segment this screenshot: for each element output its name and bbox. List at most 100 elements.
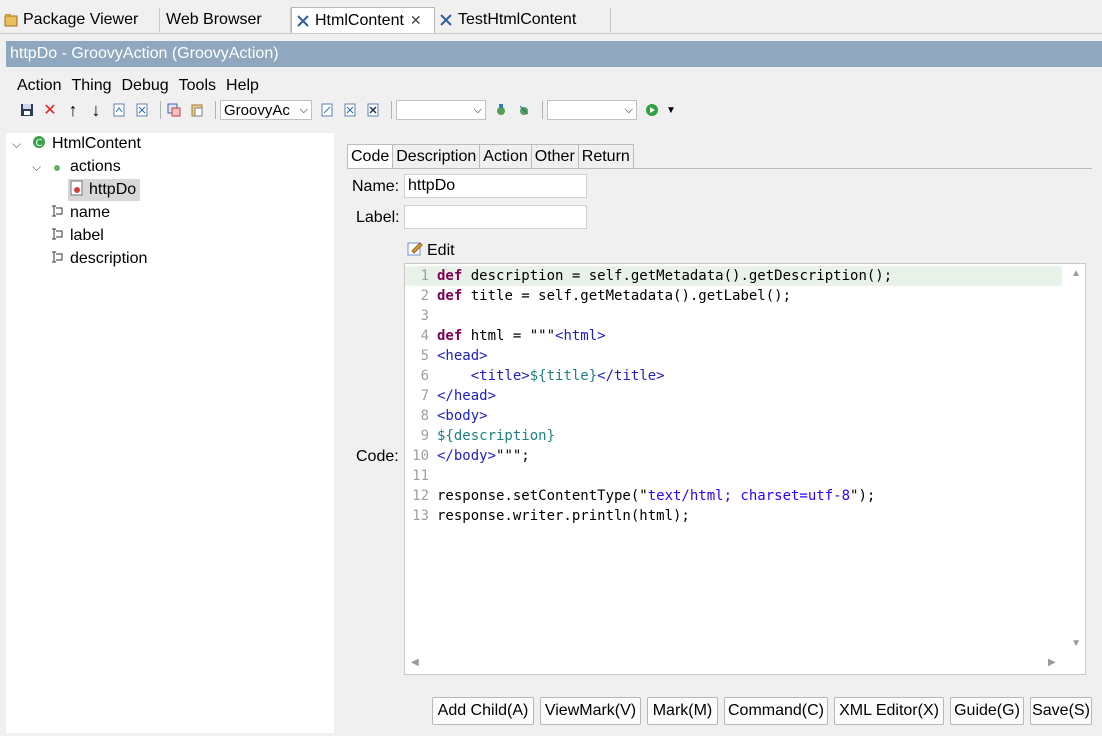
tree-node-httpdo[interactable]: httpDo [68, 179, 141, 201]
code-line: 10 </body>"""; [405, 446, 1062, 466]
tab-description[interactable]: Description [392, 144, 481, 169]
line-number: 10 [412, 448, 429, 464]
tab-label: TestHtmlContent [458, 11, 577, 28]
run-dropdown-icon[interactable]: ▼ [662, 101, 680, 119]
tree-node-actions[interactable]: ⌵ actions [32, 157, 121, 177]
menu-debug[interactable]: Debug [117, 74, 174, 98]
tab-web-browser[interactable]: Web Browser [160, 8, 291, 32]
code-text: response.writer.println(html); [437, 508, 690, 524]
tree-node-htmlcontent[interactable]: ⌵ C HtmlContent [12, 134, 141, 154]
tab-label: Web Browser [166, 11, 262, 28]
code-line: 2 def title = self.getMetadata().getLabel… [405, 286, 1062, 306]
viewmark-button[interactable]: ViewMark(V) [540, 697, 641, 725]
name-field[interactable]: httpDo [404, 174, 587, 198]
code-text: def title = self.getMetadata().getLabel(… [437, 288, 792, 304]
code-text: def html = """<html> [437, 328, 606, 344]
line-number: 5 [420, 348, 429, 364]
line-number: 3 [420, 308, 429, 324]
thing-root-icon: C [32, 135, 46, 154]
copy-icon[interactable] [165, 101, 183, 119]
toolbar: ✕ ↑ ↓ GroovyAc ⌵ ⌵ ⌵ ▼ [18, 99, 685, 121]
editor-tab-bar: Package Viewer Web Browser HtmlContent ✕… [0, 7, 1102, 34]
tree-node-label: label [70, 227, 104, 244]
toolbar-separator [542, 101, 543, 119]
tab-testhtmlcontent[interactable]: TestHtmlContent [435, 8, 611, 32]
tree-node-name[interactable]: name [50, 203, 110, 223]
scroll-right-icon[interactable]: ▶ [1048, 657, 1056, 668]
code-line: 12 response.setContentType("text/html; ch… [405, 486, 1062, 506]
tab-return[interactable]: Return [577, 144, 634, 169]
menu-tools[interactable]: Tools [174, 74, 221, 98]
command-button[interactable]: Command(C) [724, 697, 828, 725]
scroll-up-icon[interactable]: ▲ [1071, 268, 1081, 279]
line-number: 6 [420, 368, 429, 384]
save-button[interactable]: Save(S) [1030, 697, 1092, 725]
class-combo[interactable]: GroovyAc ⌵ [220, 100, 312, 120]
tab-action[interactable]: Action [479, 144, 532, 169]
toolbar-separator [215, 101, 216, 119]
code-label: Code: [356, 448, 399, 465]
line-number: 13 [412, 508, 429, 524]
combo-3[interactable]: ⌵ [547, 100, 637, 120]
debug2-icon[interactable] [515, 101, 533, 119]
tab-package-viewer[interactable]: Package Viewer [0, 8, 160, 32]
scroll-left-icon[interactable]: ◀ [411, 657, 419, 668]
code-line: 6 <title>${title}</title> [405, 366, 1062, 386]
menu-help[interactable]: Help [221, 74, 264, 98]
code-text: ${description} [437, 428, 556, 444]
code-line: 5 <head> [405, 346, 1062, 366]
thing-doc2-icon[interactable] [364, 101, 382, 119]
tree-node-label: description [70, 250, 148, 267]
line-number: 1 [420, 268, 429, 284]
save-icon[interactable] [18, 101, 36, 119]
close-icon[interactable]: ✕ [410, 12, 422, 29]
tree-node-label-attr[interactable]: label [50, 226, 104, 246]
mark-button[interactable]: Mark(M) [647, 697, 718, 725]
refresh-icon[interactable] [110, 101, 128, 119]
code-text: def description = self.getMetadata().get… [437, 268, 893, 284]
code-line: 9 ${description} [405, 426, 1062, 446]
tree-node-description[interactable]: description [50, 249, 147, 269]
line-number: 8 [420, 408, 429, 424]
chevron-down-icon[interactable]: ⌵ [12, 137, 26, 152]
move-up-icon[interactable]: ↑ [64, 100, 82, 120]
add-child-button[interactable]: Add Child(A) [432, 697, 534, 725]
thing-tree: ⌵ C HtmlContent ⌵ actions httpDo name la… [6, 133, 334, 733]
delete-icon[interactable]: ✕ [41, 101, 59, 119]
edit-link[interactable]: Edit [407, 240, 455, 261]
code-text: <body> [437, 408, 488, 424]
menu-thing[interactable]: Thing [66, 74, 116, 98]
menu-action[interactable]: Action [12, 74, 66, 98]
attribute-icon [50, 227, 64, 246]
tab-htmlcontent[interactable]: HtmlContent ✕ [291, 7, 435, 33]
run-icon[interactable] [643, 101, 661, 119]
combo-2[interactable]: ⌵ [396, 100, 486, 120]
label-field[interactable] [404, 205, 587, 229]
code-editor[interactable]: 1 def description = self.getMetadata().ge… [404, 263, 1086, 675]
paste-icon[interactable] [188, 101, 206, 119]
remove-icon[interactable] [133, 101, 151, 119]
edit-doc-icon[interactable] [318, 101, 336, 119]
tree-node-label: actions [70, 158, 121, 175]
tab-other[interactable]: Other [530, 144, 579, 169]
chevron-down-icon[interactable]: ⌵ [32, 160, 46, 175]
code-text: </head> [437, 388, 497, 404]
chevron-down-icon: ⌵ [473, 103, 482, 116]
xml-editor-button[interactable]: XML Editor(X) [834, 697, 944, 725]
class-combo-value: GroovyAc [224, 101, 290, 119]
thing-doc-icon[interactable] [341, 101, 359, 119]
debug-icon[interactable] [492, 101, 510, 119]
code-text: <head> [437, 348, 488, 364]
label-label: Label: [356, 209, 400, 226]
code-text: <title>${title}</title> [470, 368, 665, 384]
thing-icon [439, 13, 453, 27]
guide-button[interactable]: Guide(G) [950, 697, 1024, 725]
code-line: 1 def description = self.getMetadata().ge… [405, 266, 1062, 286]
tree-node-label: HtmlContent [52, 135, 141, 152]
tab-code[interactable]: Code [347, 144, 394, 169]
code-line: 7 </head> [405, 386, 1062, 406]
edit-icon [407, 240, 423, 261]
scroll-down-icon[interactable]: ▼ [1071, 638, 1081, 649]
line-number: 11 [412, 468, 429, 484]
move-down-icon[interactable]: ↓ [87, 100, 105, 120]
